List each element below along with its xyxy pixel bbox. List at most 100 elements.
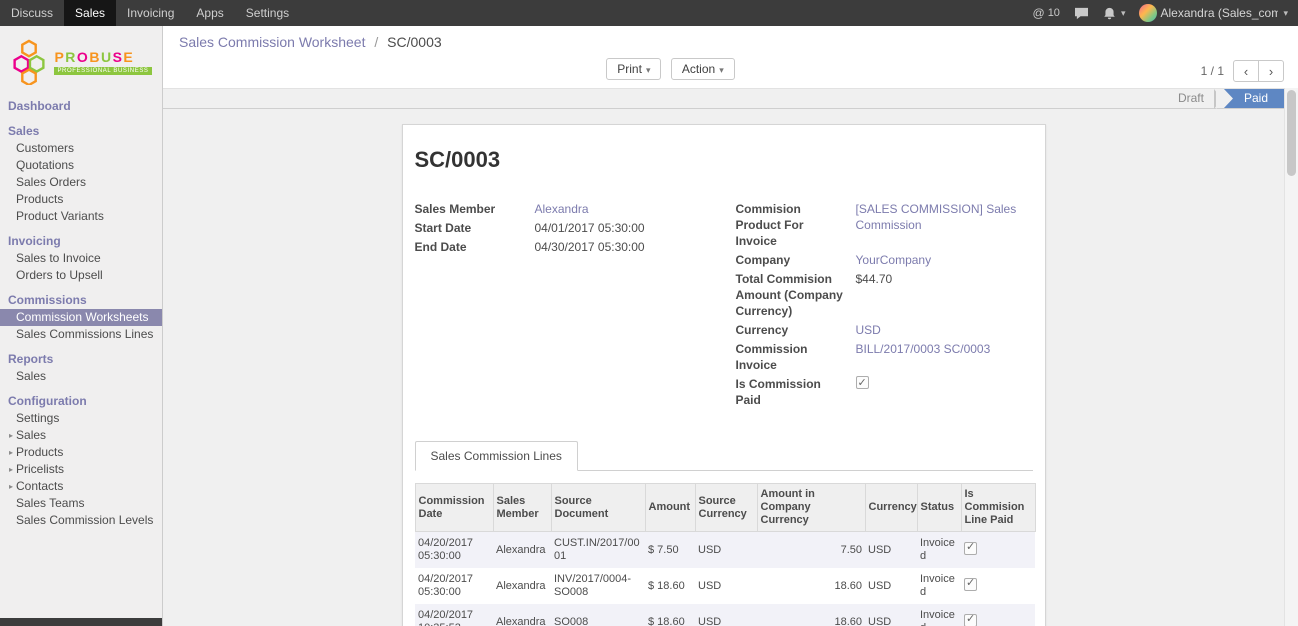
col-line-paid[interactable]: Is Commision Line Paid	[961, 484, 1035, 532]
menu-sales[interactable]: Sales	[64, 0, 116, 26]
breadcrumb: Sales Commission Worksheet / SC/0003	[179, 34, 442, 50]
sidebar-heading-reports[interactable]: Reports	[0, 350, 162, 368]
pager-value: 1 / 1	[1201, 64, 1224, 78]
top-navbar: Discuss Sales Invoicing Apps Settings @ …	[0, 0, 1298, 26]
caret-down-icon: ▾	[1283, 8, 1288, 19]
user-menu[interactable]: Alexandra (Sales_comm... ▾	[1139, 4, 1288, 22]
bell-icon	[1103, 7, 1116, 20]
sidebar-item-reports-sales[interactable]: Sales	[0, 368, 162, 385]
sidebar-item-orders-to-upsell[interactable]: Orders to Upsell	[0, 267, 162, 284]
sidebar-heading-invoicing[interactable]: Invoicing	[0, 232, 162, 250]
sidebar-item-sales-orders[interactable]: Sales Orders	[0, 174, 162, 191]
currency-link[interactable]: USD	[856, 322, 1033, 338]
cell-amount: $ 18.60	[645, 568, 695, 604]
table-row[interactable]: 04/20/2017 10:35:53 Alexandra SO008 $ 18…	[415, 604, 1035, 626]
form-view: SC/0003 Sales Member Alexandra Start Dat…	[163, 111, 1284, 626]
table-row[interactable]: 04/20/2017 05:30:00 Alexandra CUST.IN/20…	[415, 532, 1035, 569]
col-commission-date[interactable]: Commission Date	[415, 484, 493, 532]
pager-next-button[interactable]: ›	[1258, 60, 1284, 82]
col-source-currency[interactable]: Source Currency	[695, 484, 757, 532]
chat-button[interactable]	[1074, 7, 1089, 20]
sidebar-item-config-sales[interactable]: ▸Sales	[0, 427, 162, 444]
probuse-logo[interactable]: PROBUSE PROFESSIONAL BUSINESS	[0, 26, 162, 97]
menu-apps[interactable]: Apps	[185, 0, 234, 26]
cell-sales-member: Alexandra	[493, 568, 551, 604]
sales-member-link[interactable]: Alexandra	[535, 201, 712, 217]
action-button-label: Action	[682, 62, 715, 76]
commission-lines-table: Commission Date Sales Member Source Docu…	[415, 483, 1036, 626]
menu-invoicing[interactable]: Invoicing	[116, 0, 185, 26]
cell-commission-date: 04/20/2017 05:30:00	[415, 568, 493, 604]
field-label: Sales Member	[415, 201, 535, 217]
sidebar-item-sales-teams[interactable]: Sales Teams	[0, 495, 162, 512]
messages-count: 10	[1048, 7, 1060, 19]
messages-button[interactable]: @ 10	[1033, 6, 1060, 20]
col-amount[interactable]: Amount	[645, 484, 695, 532]
sidebar-item-contacts[interactable]: ▸Contacts	[0, 478, 162, 495]
col-status[interactable]: Status	[917, 484, 961, 532]
field-label: Currency	[736, 322, 856, 338]
cell-amount-company: 18.60	[757, 568, 865, 604]
logo-subtitle: PROFESSIONAL BUSINESS	[54, 67, 151, 75]
sidebar-item-quotations[interactable]: Quotations	[0, 157, 162, 174]
chat-icon	[1074, 7, 1089, 20]
action-button[interactable]: Action▾	[671, 58, 735, 80]
notebook-tabs: Sales Commission Lines	[415, 441, 1033, 471]
table-header-row: Commission Date Sales Member Source Docu…	[415, 484, 1035, 532]
main-area: Sales Commission Worksheet / SC/0003 Pri…	[163, 26, 1298, 626]
caret-down-icon: ▾	[646, 65, 651, 75]
sidebar: PROBUSE PROFESSIONAL BUSINESS Dashboard …	[0, 26, 163, 626]
field-commission-invoice: Commission Invoice BILL/2017/0003 SC/000…	[736, 341, 1033, 373]
cell-source-document: INV/2017/0004-SO008	[551, 568, 645, 604]
statusbar-arrow-icon	[1214, 89, 1224, 109]
pager-previous-button[interactable]: ‹	[1233, 60, 1259, 82]
vertical-scrollbar[interactable]	[1284, 88, 1298, 626]
status-draft[interactable]: Draft	[1168, 89, 1214, 108]
is-commission-paid-checkbox	[856, 376, 869, 389]
status-paid[interactable]: Paid	[1224, 89, 1284, 108]
cell-currency: USD	[865, 532, 917, 569]
cell-amount: $ 7.50	[645, 532, 695, 569]
sidebar-item-sales-commissions-lines[interactable]: Sales Commissions Lines	[0, 326, 162, 343]
sidebar-item-products[interactable]: Products	[0, 191, 162, 208]
menu-discuss[interactable]: Discuss	[0, 0, 64, 26]
sidebar-item-config-products[interactable]: ▸Products	[0, 444, 162, 461]
cell-line-paid	[961, 532, 1035, 569]
commission-invoice-link[interactable]: BILL/2017/0003 SC/0003	[856, 341, 1033, 357]
sidebar-item-pricelists[interactable]: ▸Pricelists	[0, 461, 162, 478]
sidebar-item-settings[interactable]: Settings	[0, 410, 162, 427]
sidebar-item-sales-commission-levels[interactable]: Sales Commission Levels	[0, 512, 162, 529]
sidebar-item-commission-worksheets[interactable]: Commission Worksheets	[0, 309, 162, 326]
sidebar-heading-dashboard[interactable]: Dashboard	[0, 97, 162, 115]
col-sales-member[interactable]: Sales Member	[493, 484, 551, 532]
scrollbar-thumb[interactable]	[1287, 90, 1296, 176]
print-button-label: Print	[617, 62, 642, 76]
logo-hexagons-icon	[10, 39, 48, 85]
sidebar-item-sales-to-invoice[interactable]: Sales to Invoice	[0, 250, 162, 267]
menu-settings[interactable]: Settings	[235, 0, 300, 26]
chevron-right-icon: ▸	[9, 448, 13, 457]
cell-line-paid	[961, 604, 1035, 626]
field-groups: Sales Member Alexandra Start Date 04/01/…	[415, 201, 1033, 411]
cell-status: Invoiced	[917, 568, 961, 604]
sidebar-item-product-variants[interactable]: Product Variants	[0, 208, 162, 225]
sidebar-heading-sales[interactable]: Sales	[0, 122, 162, 140]
sidebar-item-customers[interactable]: Customers	[0, 140, 162, 157]
activities-button[interactable]: ▾	[1103, 7, 1126, 20]
sidebar-heading-configuration[interactable]: Configuration	[0, 392, 162, 410]
line-paid-checkbox	[964, 542, 977, 555]
col-currency[interactable]: Currency	[865, 484, 917, 532]
sidebar-heading-commissions[interactable]: Commissions	[0, 291, 162, 309]
tab-sales-commission-lines[interactable]: Sales Commission Lines	[415, 441, 578, 471]
col-source-document[interactable]: Source Document	[551, 484, 645, 532]
col-amount-company-currency[interactable]: Amount in Company Currency	[757, 484, 865, 532]
cell-amount-company: 7.50	[757, 532, 865, 569]
commission-product-link[interactable]: [SALES COMMISSION] Sales Commission	[856, 201, 1033, 233]
cell-source-document: CUST.IN/2017/0001	[551, 532, 645, 569]
table-row[interactable]: 04/20/2017 05:30:00 Alexandra INV/2017/0…	[415, 568, 1035, 604]
secondary-menu: Dashboard Sales Customers Quotations Sal…	[0, 97, 162, 529]
breadcrumb-parent-link[interactable]: Sales Commission Worksheet	[179, 34, 365, 50]
field-currency: Currency USD	[736, 322, 1033, 338]
print-button[interactable]: Print ▾	[606, 58, 661, 80]
company-link[interactable]: YourCompany	[856, 252, 1033, 268]
